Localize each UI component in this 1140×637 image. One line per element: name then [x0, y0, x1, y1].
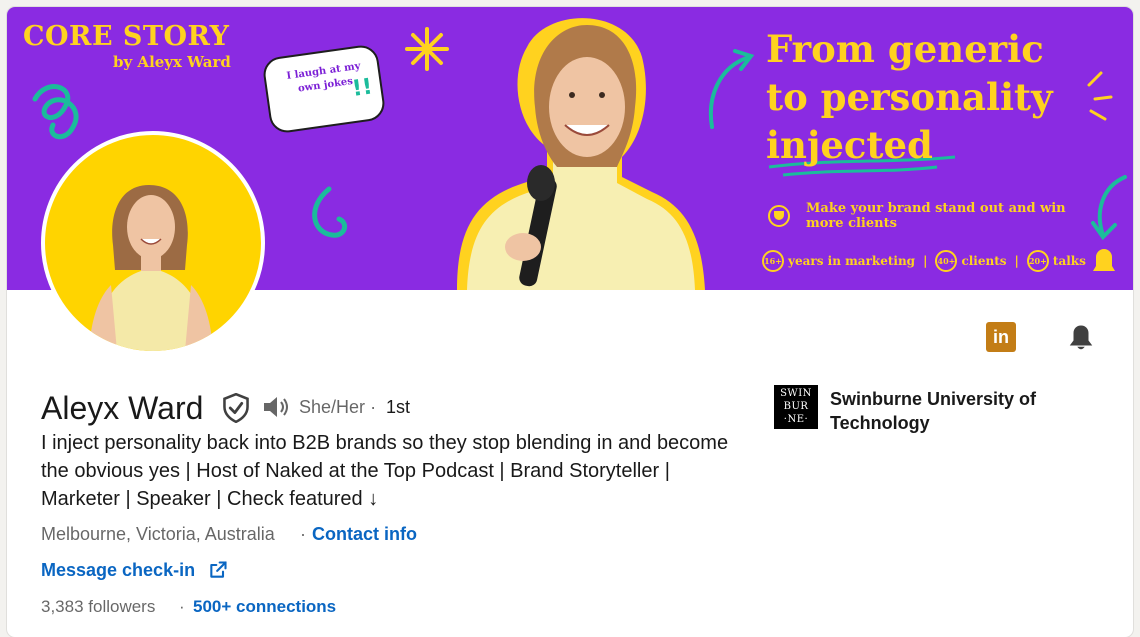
stat-badge: 20+ — [1026, 250, 1049, 272]
pronunciation-speaker-icon[interactable] — [262, 395, 292, 419]
stat-separator: | — [1014, 254, 1019, 268]
stat-label: clients — [961, 254, 1007, 268]
banner-headline-line-2: to personality — [766, 75, 1053, 119]
bell-icon[interactable] — [1066, 323, 1096, 353]
profile-pronouns: She/Her · — [299, 397, 376, 418]
banner-tagline: Make your brand stand out and win more c… — [806, 201, 1066, 231]
school-name[interactable]: Swinburne University of Technology — [830, 387, 1070, 435]
banner-headline-line-1: From generic — [766, 27, 1044, 71]
connection-degree: 1st — [386, 397, 411, 417]
external-link-icon[interactable] — [208, 560, 228, 580]
speech-bubble: I laugh at my own jokes !! — [261, 43, 387, 135]
banner-stats: 16+ years in marketing | 40+ clients | 2… — [762, 250, 1086, 272]
banner-headline: From generic to personality injected — [766, 25, 1106, 169]
banner-brand-subtitle: by Aleyx Ward — [113, 53, 231, 71]
followers-count: 3,383 followers — [41, 597, 156, 616]
school-logo-line: SWIN — [780, 388, 812, 399]
profile-avatar[interactable] — [41, 131, 265, 355]
message-check-in-link[interactable]: Message check-in — [41, 560, 195, 581]
linkedin-icon[interactable]: in — [986, 322, 1016, 352]
avatar-photo — [89, 185, 213, 351]
profile-card: CORE STORY by Aleyx Ward I laugh at my o… — [7, 7, 1133, 637]
stat-label: years in marketing — [788, 254, 916, 268]
school-logo[interactable]: SWIN BUR ·NE· — [774, 385, 818, 429]
pronouns-text: She/Her — [299, 397, 366, 417]
stat-separator: | — [923, 254, 928, 268]
location-separator: · — [300, 524, 306, 544]
stat-badge: 16+ — [762, 250, 784, 272]
banner-hero-photo — [457, 18, 705, 290]
degree-separator: · — [370, 397, 377, 417]
profile-location: Melbourne, Victoria, Australia — [41, 524, 275, 544]
profile-headline: I inject personality back into B2B brand… — [41, 432, 729, 510]
followers-separator: · — [179, 597, 185, 616]
banner-headline-line-3: injected — [766, 123, 933, 167]
speech-bubble-exclaim: !! — [350, 74, 374, 102]
verified-shield-icon[interactable] — [222, 393, 250, 423]
school-logo-line: BUR — [783, 401, 809, 412]
stat-label: talks — [1052, 254, 1086, 268]
stat-badge: 40+ — [935, 250, 958, 272]
profile-name: Aleyx Ward — [41, 390, 204, 426]
school-logo-line: ·NE· — [783, 414, 809, 425]
banner-brand-title: CORE STORY — [23, 21, 230, 52]
connections-link[interactable]: 500+ connections — [193, 597, 336, 617]
contact-info-link[interactable]: Contact info — [312, 524, 417, 545]
